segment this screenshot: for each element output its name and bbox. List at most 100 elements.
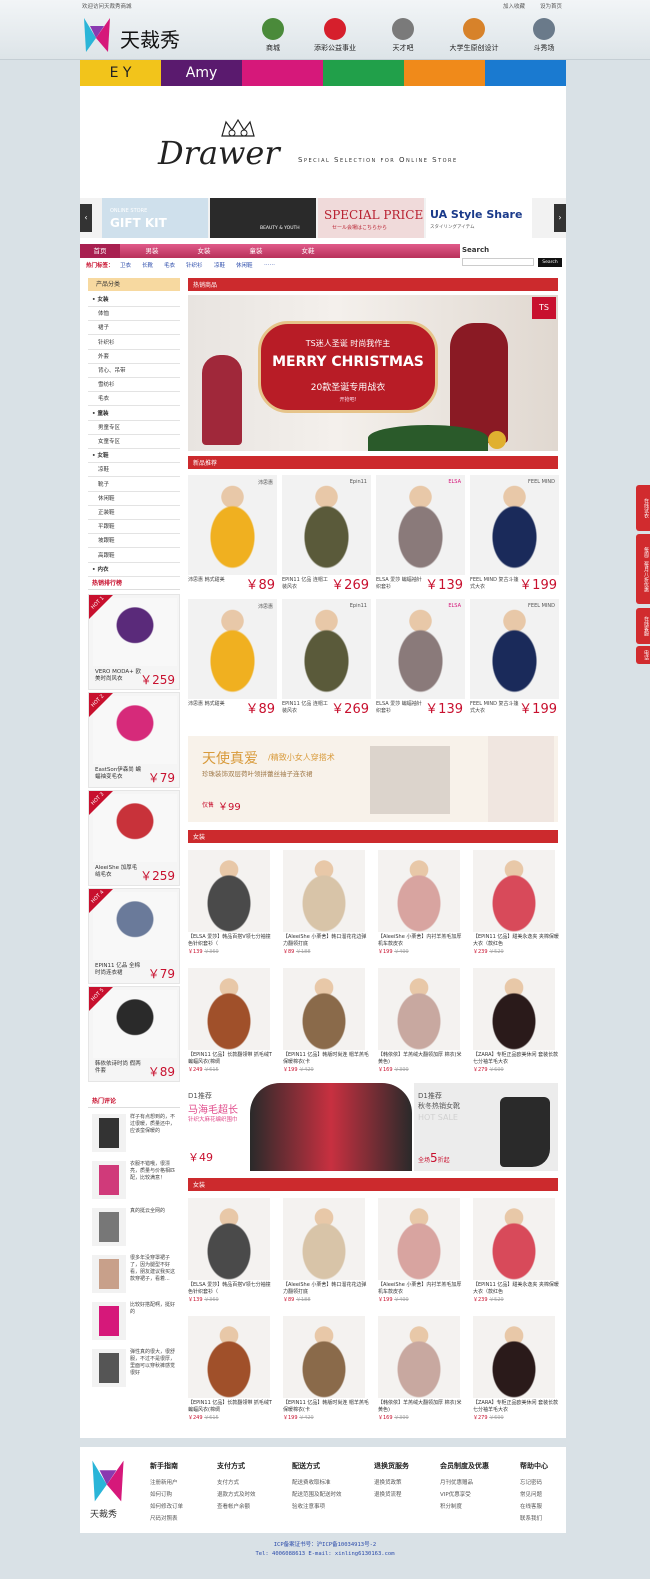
category-item[interactable]: 毛衣 xyxy=(88,393,180,407)
product-item[interactable]: 【EPIN11 亿品】韩版时尚连 帽羊羔毛保暖棉衣(卡 ￥199 ￥429 xyxy=(283,968,369,1073)
rank-item[interactable]: HOT 3 AleeiShe 加厚毛绒毛衣 ￥259 xyxy=(88,790,180,886)
search-input[interactable] xyxy=(462,258,534,266)
color-tab[interactable]: Amy xyxy=(161,60,242,86)
footer-link[interactable]: 联系我们 xyxy=(520,1513,590,1525)
footer-link[interactable]: 注册新用户 xyxy=(150,1477,220,1489)
product-item[interactable]: 【AleeiShe 小栗舍】内衬羊羔毛加厚机车款皮衣 ￥199 ￥499 xyxy=(378,850,464,955)
category-item[interactable]: 坡跟鞋 xyxy=(88,535,180,549)
category-group[interactable]: • 女装 xyxy=(88,294,180,307)
brand-card-uastyle[interactable]: UA Style Share スタイリングアイテム xyxy=(426,198,532,238)
main-nav-item[interactable]: 男装 xyxy=(132,244,172,258)
category-item[interactable]: 背心、吊带 xyxy=(88,365,180,378)
footer-link[interactable]: 在线客服 xyxy=(520,1501,590,1513)
category-item[interactable]: 正装鞋 xyxy=(88,507,180,520)
logo[interactable]: 天裁秀 xyxy=(82,16,194,56)
footer-link[interactable]: 如何订购 xyxy=(150,1489,220,1501)
category-item[interactable]: 针织衫 xyxy=(88,337,180,350)
strip-prev-button[interactable]: ‹ xyxy=(80,204,92,232)
product-card[interactable]: FEEL MIND FEEL MIND 复古斗篷式大衣 ￥199 xyxy=(470,475,559,593)
footer-link[interactable]: 查看帐户余额 xyxy=(217,1501,287,1513)
footer-link[interactable]: 支付方式 xyxy=(217,1477,287,1489)
footer-link[interactable]: 退换货政策 xyxy=(374,1477,444,1489)
color-tab[interactable]: E Y xyxy=(80,60,161,86)
main-nav-item[interactable]: 女装 xyxy=(184,244,224,258)
hot-tag[interactable]: 长靴 xyxy=(142,261,153,269)
category-item[interactable]: 休闲鞋 xyxy=(88,493,180,506)
strip-next-button[interactable]: › xyxy=(554,204,566,232)
product-item[interactable]: 【韩依依】羊羔绒大翻领加厚 棉衣(米黄色) ￥169 ￥399 xyxy=(378,968,464,1073)
product-card[interactable]: ELSA ELSA 爱莎 蝙蝠袖针织套衫 ￥139 xyxy=(376,475,465,593)
product-card[interactable]: Epin11 EPIN11 亿品 连帽工装风衣 ￥269 xyxy=(282,599,371,717)
footer-link[interactable]: 配送范围及配送时效 xyxy=(292,1489,362,1501)
footer-logo[interactable]: 天裁秀 xyxy=(90,1457,130,1520)
drawer-banner[interactable]: Drawer Special Selection for Online Stor… xyxy=(80,86,566,196)
phone-icon[interactable]: 电话 xyxy=(636,646,650,664)
nav-house[interactable]: 天才吧 xyxy=(373,18,433,53)
comment-item[interactable]: 弹性真的很大，很舒服，不过不是很厚，里面可以穿秋裤感觉很好 xyxy=(88,1347,180,1391)
rank-item[interactable]: HOT 2 EastSon伊森尚 蝙蝠袖变毛衣 ￥79 xyxy=(88,692,180,788)
category-group[interactable]: • 童装 xyxy=(88,408,180,421)
comment-item[interactable]: 衣服不错哦，很漂亮，质量与价格相匹配，比较满意！ xyxy=(88,1159,180,1203)
category-item[interactable]: 雪纺衫 xyxy=(88,379,180,393)
rank-item[interactable]: HOT 1 VERO MODA+ 欧美时尚风衣 ￥259 xyxy=(88,594,180,690)
main-nav-item[interactable]: 童装 xyxy=(236,244,276,258)
comment-item[interactable]: 很多年没穿罩裙子了，因为腿型不好看，朋友建议我买这款穿裙子，看着... xyxy=(88,1253,180,1297)
category-item[interactable]: 女童专区 xyxy=(88,436,180,449)
rank-item[interactable]: HOT 5 韩依依诗时尚 假两件套 ￥89 xyxy=(88,986,180,1082)
comment-item[interactable]: 样子有点想到的，不过很暖，质量还中，应该蛮保暖的 xyxy=(88,1112,180,1156)
main-nav-item[interactable]: 首页 xyxy=(80,244,120,258)
hot-tag[interactable]: …… xyxy=(264,261,275,267)
product-card[interactable]: 沛思惠 沛思惠 韩式甜美 ￥89 xyxy=(188,475,277,593)
main-nav-item[interactable]: 女鞋 xyxy=(288,244,328,258)
product-card[interactable]: ELSA ELSA 爱莎 蝙蝠袖针织套衫 ￥139 xyxy=(376,599,465,717)
footer-link[interactable]: 退款方式及时效 xyxy=(217,1489,287,1501)
category-item[interactable]: 凉鞋 xyxy=(88,464,180,478)
footer-link[interactable]: 月刊优惠赠品 xyxy=(440,1477,510,1489)
product-item[interactable]: 【ELSA 爱莎】韩品百搭V领七分袖撞色针织套衫（ ￥139 ￥369 xyxy=(188,850,274,955)
add-favorite-link[interactable]: 加入收藏 xyxy=(503,2,525,10)
category-item[interactable]: 平跟鞋 xyxy=(88,521,180,535)
nav-heart[interactable]: 添彩公益事业 xyxy=(305,18,365,53)
color-tab[interactable] xyxy=(323,60,404,86)
hot-tag[interactable]: 卫衣 xyxy=(120,261,131,269)
hot-tag[interactable]: 休闲鞋 xyxy=(236,261,253,269)
set-homepage-link[interactable]: 设为首页 xyxy=(540,2,562,10)
category-group[interactable]: • 内衣 xyxy=(88,564,180,577)
product-item[interactable]: 【AleeiShe 小栗舍】韩口溜花花边弹力翻领打底 ￥89 ￥188 xyxy=(283,1198,369,1303)
product-item[interactable]: 【EPIN11 亿品】甜美永逸夹 夹棉保暖大衣（款红色 ￥239 ￥529 xyxy=(473,850,559,955)
nav-store[interactable]: 商城 xyxy=(243,18,303,53)
angel-banner[interactable]: 天使真爱 /精致小女人穿搭术 珍珠装饰双层荷叶领拼蕾丝袖子连衣裙 仅售 ￥99 xyxy=(188,736,558,822)
product-item[interactable]: 【EPIN11 亿品】长款翻领带 抓毛绒T 蝙蝠风衣(棉绸 ￥249 ￥615 xyxy=(188,968,274,1073)
product-item[interactable]: 【EPIN11 亿品】韩版时尚连 帽羊羔毛保暖棉衣(卡 ￥199 ￥429 xyxy=(283,1316,369,1421)
brand-card-giftkit[interactable]: ONLINE STORE GIFT KIT xyxy=(102,198,208,238)
brand-card-beauty[interactable]: BEAUTY & YOUTH xyxy=(210,198,316,238)
side-tab[interactable]: 每周二每月八折优惠 xyxy=(636,534,650,604)
rank-item[interactable]: HOT 4 EPIN11 亿品 全棉时尚连衣裙 ￥79 xyxy=(88,888,180,984)
hot-tag[interactable]: 针织衫 xyxy=(186,261,203,269)
footer-link[interactable]: VIP优惠享受 xyxy=(440,1489,510,1501)
footer-link[interactable]: 配送费收取标准 xyxy=(292,1477,362,1489)
footer-link[interactable]: 忘记密码 xyxy=(520,1477,590,1489)
footer-link[interactable]: 如何修改订单 xyxy=(150,1501,220,1513)
product-item[interactable]: 【ZARA】专柜正品欧美休闲 套装长款七分袖羊毛大衣 ￥279 ￥699 xyxy=(473,1316,559,1421)
category-item[interactable]: 靴子 xyxy=(88,479,180,492)
hot-tag[interactable]: 凉鞋 xyxy=(214,261,225,269)
category-item[interactable]: 高跟鞋 xyxy=(88,550,180,563)
category-item[interactable]: 外套 xyxy=(88,351,180,364)
christmas-banner[interactable]: TS迷人圣诞 时尚我作主 MERRY CHRISTMAS 20款圣诞专用战衣 开… xyxy=(188,295,558,451)
category-group[interactable]: • 女鞋 xyxy=(88,450,180,464)
brand-card-special[interactable]: SPECIAL PRICE セール会場はこちらから xyxy=(318,198,424,238)
color-tab[interactable] xyxy=(242,60,323,86)
product-item[interactable]: 【EPIN11 亿品】长款翻领带 抓毛绒T 蝙蝠风衣(棉绸 ￥249 ￥615 xyxy=(188,1316,274,1421)
category-item[interactable]: 体恤 xyxy=(88,308,180,322)
comment-item[interactable]: 真的挺云全网的 xyxy=(88,1206,180,1250)
side-tab[interactable]: 在线客服 xyxy=(636,608,650,644)
color-tab[interactable] xyxy=(485,60,566,86)
footer-link[interactable]: 尺码对照表 xyxy=(150,1513,220,1525)
footer-link[interactable]: 积分制度 xyxy=(440,1501,510,1513)
nav-stadium[interactable]: 斗秀场 xyxy=(514,18,574,53)
nav-compass[interactable]: 大学生原创设计 xyxy=(444,18,504,53)
product-card[interactable]: Epin11 EPIN11 亿品 连帽工装风衣 ￥269 xyxy=(282,475,371,593)
comment-item[interactable]: 比较好搭配啊，挺好的 xyxy=(88,1300,180,1344)
product-item[interactable]: 【EPIN11 亿品】甜美永逸夹 夹棉保暖大衣（款红色 ￥239 ￥529 xyxy=(473,1198,559,1303)
